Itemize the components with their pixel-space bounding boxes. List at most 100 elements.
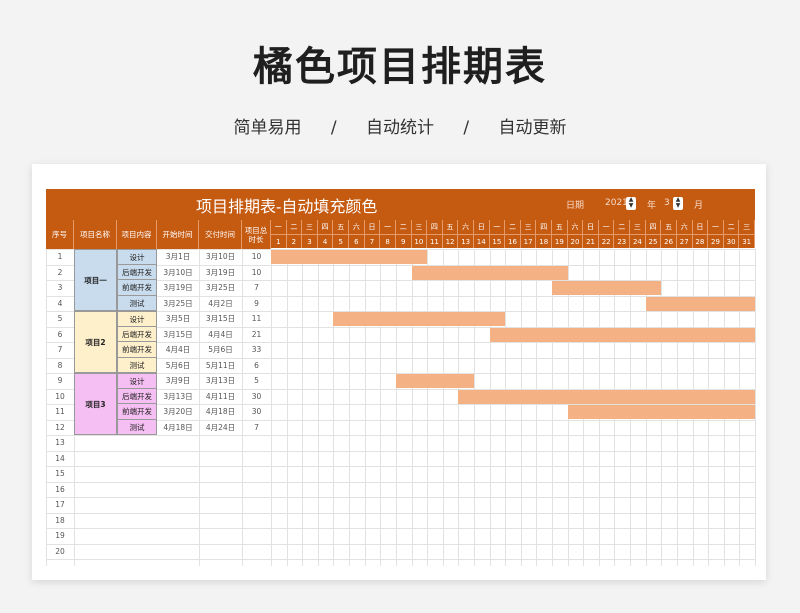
start-date[interactable]: 4月4日 (157, 342, 199, 358)
grid-row-line (46, 512, 755, 514)
day-header: 25 (645, 234, 662, 248)
grid-row-line (46, 543, 755, 545)
gantt-bar (411, 265, 568, 280)
row-number: 1 (57, 252, 63, 261)
task-cell[interactable]: 测试 (117, 419, 157, 435)
start-date[interactable]: 3月15日 (157, 327, 199, 343)
duration: 11 (251, 314, 262, 323)
day-header: 10 (411, 234, 428, 248)
grid-col-line (536, 249, 538, 566)
grid-col-line (380, 249, 382, 566)
header-start-time: 开始时间 (157, 220, 199, 249)
day-header: 4 (317, 234, 334, 248)
header-project-content: 项目内容 (117, 220, 157, 249)
row-number: 6 (57, 329, 63, 339)
duration: 9 (254, 298, 259, 308)
start-date[interactable]: 3月10日 (157, 265, 199, 281)
end-date[interactable]: 3月13日 (199, 373, 242, 389)
gantt-bar (489, 327, 755, 342)
day-header: 17 (520, 234, 537, 248)
row-number: 7 (57, 345, 63, 354)
day-header: 7 (364, 234, 381, 248)
header-duration: 项目总 时长 (242, 220, 271, 249)
duration: 21 (251, 329, 262, 339)
task-cell[interactable]: 后端开发 (117, 388, 157, 404)
task-cell[interactable]: 设计 (117, 249, 157, 265)
end-date[interactable]: 4月4日 (199, 327, 242, 343)
end-date[interactable]: 4月11日 (199, 389, 242, 405)
weekday-header: 五 (552, 220, 568, 234)
row-number: 11 (55, 407, 65, 416)
grid-col-line (395, 249, 397, 566)
day-header: 31 (739, 234, 755, 248)
start-date[interactable]: 3月13日 (157, 389, 199, 405)
gantt-bar (567, 405, 755, 419)
header-project-name: 项目名称 (74, 220, 117, 249)
duration: 10 (251, 252, 262, 261)
task-cell[interactable]: 测试 (117, 357, 157, 373)
weekday-header: 一 (380, 220, 396, 234)
subtitle-separator: / (463, 118, 470, 138)
start-date[interactable]: 3月25日 (157, 296, 199, 312)
duration: 30 (251, 407, 262, 416)
day-header: 14 (473, 234, 490, 248)
grid-row-line (46, 481, 755, 483)
start-date[interactable]: 3月20日 (157, 404, 199, 420)
weekday-header: 二 (505, 220, 521, 234)
end-date[interactable]: 5月6日 (199, 342, 242, 358)
end-date[interactable]: 3月10日 (199, 249, 242, 265)
row-number: 3 (57, 283, 63, 292)
grid-row-line (46, 435, 755, 436)
gantt-bar (395, 374, 474, 388)
grid-row-line (46, 497, 755, 498)
task-cell[interactable]: 设计 (117, 311, 157, 327)
weekday-header: 一 (708, 220, 724, 234)
task-cell[interactable]: 后端开发 (117, 264, 157, 280)
task-cell[interactable]: 前端开发 (117, 342, 157, 358)
end-date[interactable]: 3月25日 (199, 280, 242, 296)
month-spinner-icon[interactable]: ▲ ▼ (673, 197, 683, 210)
end-date[interactable]: 5月11日 (199, 358, 242, 374)
gantt-bar (552, 281, 662, 295)
weekday-header: 二 (395, 220, 412, 234)
end-date[interactable]: 4月24日 (199, 420, 242, 436)
day-header: 6 (349, 234, 365, 248)
year-spinner-icon[interactable]: ▲ ▼ (626, 197, 636, 210)
grid-col-line (489, 249, 491, 566)
subtitle-part: 自动统计 (366, 118, 434, 138)
day-header: 13 (458, 234, 474, 248)
start-date[interactable]: 3月5日 (157, 311, 199, 327)
page-title: 橘色项目排期表 (253, 44, 547, 90)
end-date[interactable]: 4月2日 (199, 296, 242, 312)
start-date[interactable]: 5月6日 (157, 358, 199, 374)
gantt-sheet: 项目排期表-自动填充颜色 日期 2021 ▲ ▼ 年 3 ▲ ▼ 月 序号 项目名称项… (46, 189, 756, 566)
day-header: 16 (505, 234, 521, 248)
day-header: 30 (723, 234, 740, 248)
end-date[interactable]: 3月15日 (199, 311, 242, 327)
weekday-header: 六 (349, 220, 365, 234)
task-cell[interactable]: 测试 (117, 295, 157, 311)
start-date[interactable]: 4月18日 (157, 420, 199, 436)
end-date[interactable]: 4月18日 (199, 404, 242, 420)
start-date[interactable]: 3月9日 (157, 373, 199, 389)
day-header: 21 (583, 234, 599, 248)
subtitle-part: 自动更新 (498, 118, 567, 138)
end-date[interactable]: 3月19日 (199, 265, 242, 281)
grid-col-line (411, 249, 413, 566)
weekday-header: 二 (286, 220, 303, 234)
start-date[interactable]: 3月19日 (157, 280, 199, 296)
day-header: 5 (333, 234, 350, 248)
day-header: 9 (395, 234, 412, 248)
date-label: 日期 (566, 201, 585, 211)
task-cell[interactable]: 前端开发 (117, 404, 157, 420)
year-value[interactable]: 2021 (605, 198, 628, 208)
task-cell[interactable]: 前端开发 (117, 280, 157, 296)
row-number: 13 (55, 438, 65, 447)
task-cell[interactable]: 后端开发 (117, 326, 157, 342)
task-cell[interactable]: 设计 (117, 373, 157, 389)
day-header: 1 (271, 234, 287, 248)
duration: 7 (254, 283, 259, 292)
start-date[interactable]: 3月1日 (157, 249, 199, 265)
month-value[interactable]: 3 (664, 198, 670, 208)
grid-col-line (520, 249, 522, 566)
